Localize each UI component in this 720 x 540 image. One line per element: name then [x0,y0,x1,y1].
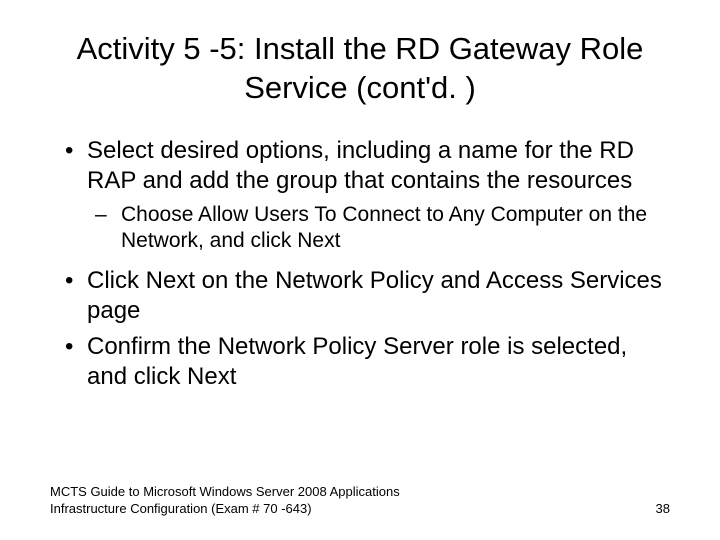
sub-bullet-item: – Choose Allow Users To Connect to Any C… [95,202,670,255]
bullet-item: • Confirm the Network Policy Server role… [55,332,670,392]
sub-bullet-text: Choose Allow Users To Connect to Any Com… [121,202,670,255]
bullet-text: Select desired options, including a name… [87,136,670,196]
bullet-marker: • [55,332,87,392]
bullet-text: Confirm the Network Policy Server role i… [87,332,670,392]
bullet-marker: • [55,266,87,326]
content-area: • Select desired options, including a na… [50,136,670,393]
slide-footer: MCTS Guide to Microsoft Windows Server 2… [50,484,670,518]
slide-title: Activity 5 -5: Install the RD Gateway Ro… [50,30,670,108]
page-number: 38 [656,501,670,518]
bullet-marker: • [55,136,87,196]
footer-text: MCTS Guide to Microsoft Windows Server 2… [50,484,450,518]
bullet-text: Click Next on the Network Policy and Acc… [87,266,670,326]
bullet-item: • Click Next on the Network Policy and A… [55,266,670,326]
dash-marker: – [95,202,121,255]
bullet-item: • Select desired options, including a na… [55,136,670,196]
